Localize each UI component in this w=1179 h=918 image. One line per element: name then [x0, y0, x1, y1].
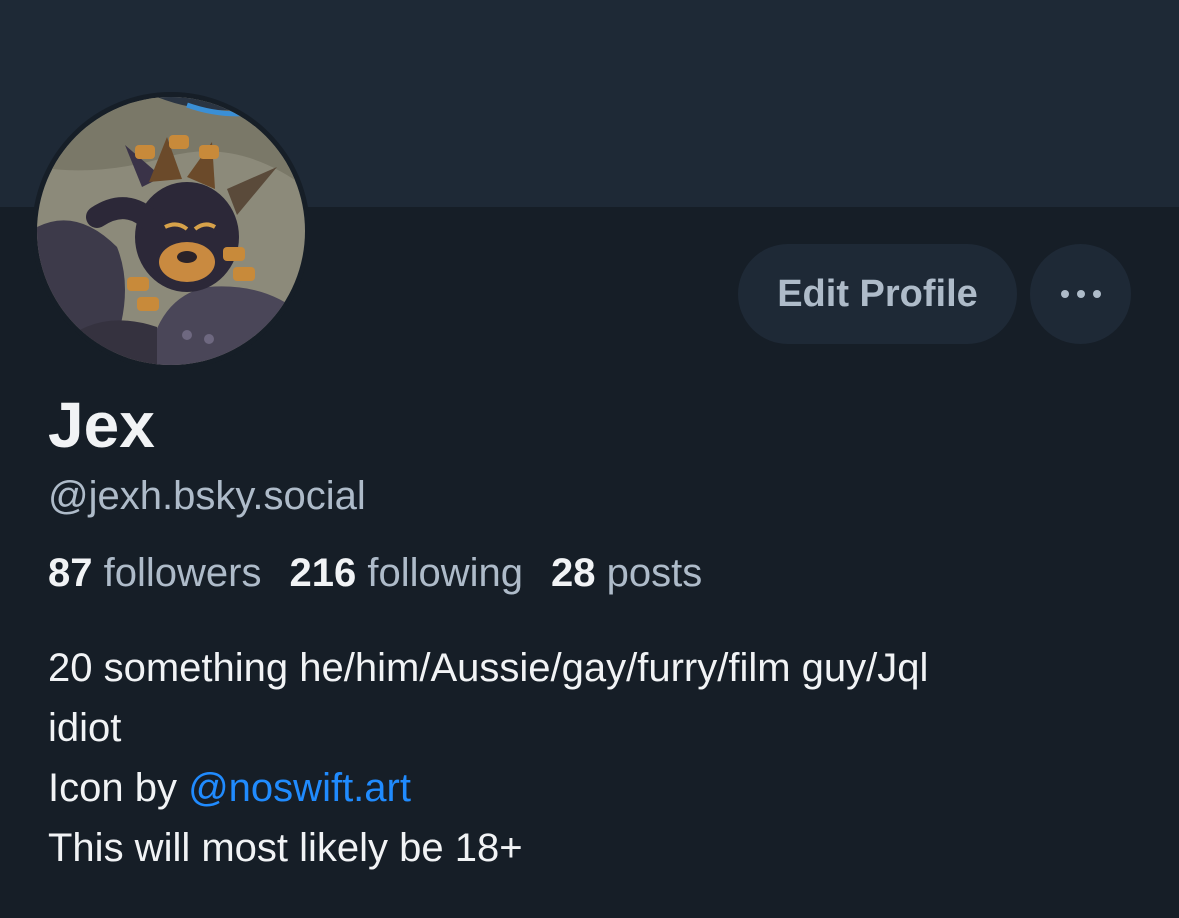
bio-line: This will most likely be 18+	[48, 826, 523, 870]
bio-line: idiot	[48, 706, 122, 750]
profile-stats: 87 followers 216 following 28 posts	[48, 549, 702, 597]
ellipsis-icon	[1092, 290, 1101, 298]
posts-count: 28	[551, 551, 596, 595]
followers-label: followers	[103, 551, 262, 595]
posts-count-stat: 28 posts	[551, 549, 702, 597]
bio-line: Icon by @noswift.art	[48, 758, 1148, 818]
following-link[interactable]: 216 following	[289, 549, 523, 597]
more-options-button[interactable]	[1030, 244, 1131, 344]
followers-count: 87	[48, 551, 93, 595]
avatar-illustration	[37, 97, 305, 365]
edit-profile-button[interactable]: Edit Profile	[738, 244, 1017, 344]
profile-bio: 20 something he/him/Aussie/gay/furry/fil…	[48, 638, 1148, 878]
ellipsis-icon	[1076, 290, 1085, 298]
ellipsis-icon	[1060, 290, 1069, 298]
posts-label: posts	[606, 551, 703, 595]
bio-mention-link[interactable]: @noswift.art	[188, 766, 411, 810]
profile-handle: @jexh.bsky.social	[48, 474, 366, 518]
followers-link[interactable]: 87 followers	[48, 549, 261, 597]
bio-line-text: Icon by	[48, 766, 189, 810]
bio-line: 20 something he/him/Aussie/gay/furry/fil…	[48, 646, 929, 690]
following-label: following	[367, 551, 523, 595]
display-name: Jex	[48, 389, 155, 461]
avatar[interactable]	[32, 92, 310, 370]
following-count: 216	[289, 551, 357, 595]
